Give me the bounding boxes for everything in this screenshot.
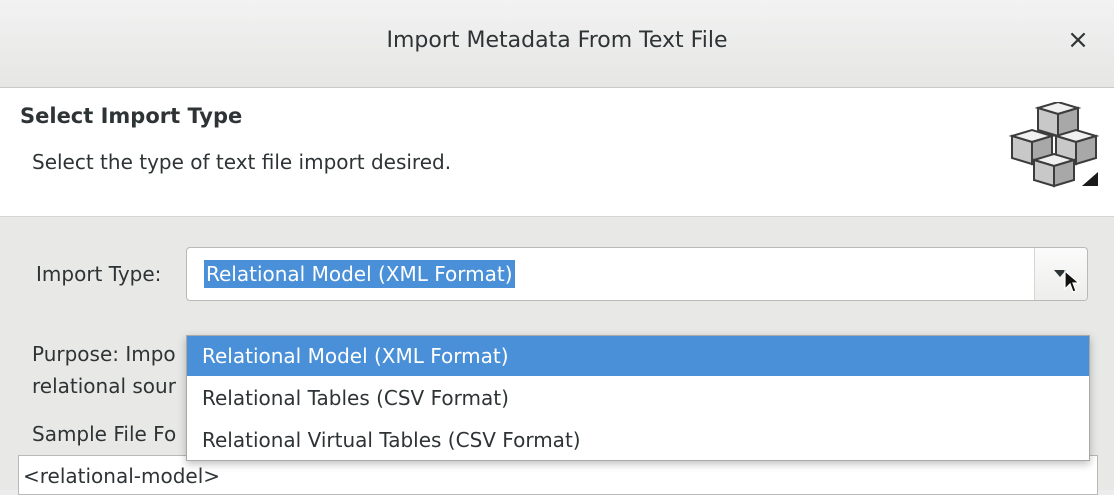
import-type-value: Relational Model (XML Format) [204,260,515,288]
combo-dropdown-button[interactable] [1034,248,1087,300]
dropdown-option[interactable]: Relational Virtual Tables (CSV Format) [187,420,1089,460]
page-title: Select Import Type [20,104,243,128]
sample-file-content: <relational-model> [23,464,221,488]
page-description: Select the type of text file import desi… [32,150,452,174]
close-icon[interactable]: × [1064,26,1092,54]
import-type-label: Import Type: [36,262,162,286]
dropdown-option[interactable]: Relational Model (XML Format) [187,336,1089,376]
title-bar[interactable]: Import Metadata From Text File × [0,0,1114,88]
mouse-pointer-icon [1064,270,1081,293]
import-type-combo[interactable]: Relational Model (XML Format) [186,247,1088,301]
dialog-title: Import Metadata From Text File [386,28,728,53]
cubes-icon [1008,102,1100,188]
purpose-text-line1: Purpose: Impo [32,342,176,366]
wizard-header: Select Import Type Select the type of te… [0,88,1114,216]
purpose-text-line2: relational sour [32,374,176,398]
sample-file-label: Sample File Fo [32,422,177,446]
import-type-dropdown-list: Relational Model (XML Format) Relational… [186,335,1090,461]
import-dialog: Import Metadata From Text File × Select … [0,0,1114,495]
dropdown-option[interactable]: Relational Tables (CSV Format) [187,378,1089,418]
sample-file-textarea[interactable]: <relational-model> [18,455,1098,495]
